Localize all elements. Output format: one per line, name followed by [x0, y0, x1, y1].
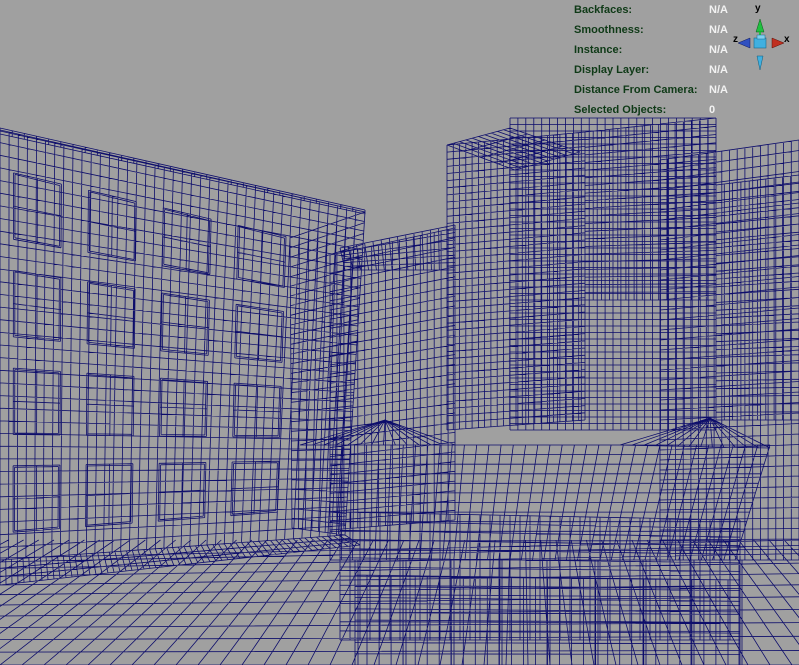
hud-value: N/A	[709, 64, 728, 76]
hud-label: Smoothness:	[574, 24, 644, 36]
hud-row-selected-objects: Selected Objects: 0	[574, 100, 734, 120]
hud-value: N/A	[709, 4, 728, 16]
axis-label-y: y	[755, 3, 761, 14]
hud-row-smoothness: Smoothness: N/A	[574, 20, 734, 40]
hud-label: Display Layer:	[574, 64, 650, 76]
axis-label-x: x	[784, 34, 790, 45]
wireframe-mesh	[0, 117, 799, 665]
hud-row-instance: Instance: N/A	[574, 40, 734, 60]
hud-value: N/A	[709, 44, 728, 56]
3d-viewport[interactable]: Backfaces: N/A Smoothness: N/A Instance:…	[0, 0, 799, 665]
heads-up-display: Backfaces: N/A Smoothness: N/A Instance:…	[574, 0, 734, 120]
hud-row-display-layer: Display Layer: N/A	[574, 60, 734, 80]
axis-label-z: z	[733, 34, 738, 45]
hud-label: Backfaces:	[574, 4, 633, 16]
wireframe-lines	[0, 117, 799, 665]
hud-row-distance-from-camera: Distance From Camera: N/A	[574, 80, 734, 100]
view-axis-gizmo-icon[interactable]: y x z	[732, 0, 799, 72]
hud-label: Instance:	[574, 44, 623, 56]
hud-value: N/A	[709, 84, 728, 96]
hud-value: N/A	[709, 24, 728, 36]
hud-row-backfaces: Backfaces: N/A	[574, 0, 734, 20]
hud-value: 0	[709, 104, 716, 116]
hud-label: Selected Objects:	[574, 104, 667, 116]
hud-label: Distance From Camera:	[574, 84, 698, 96]
